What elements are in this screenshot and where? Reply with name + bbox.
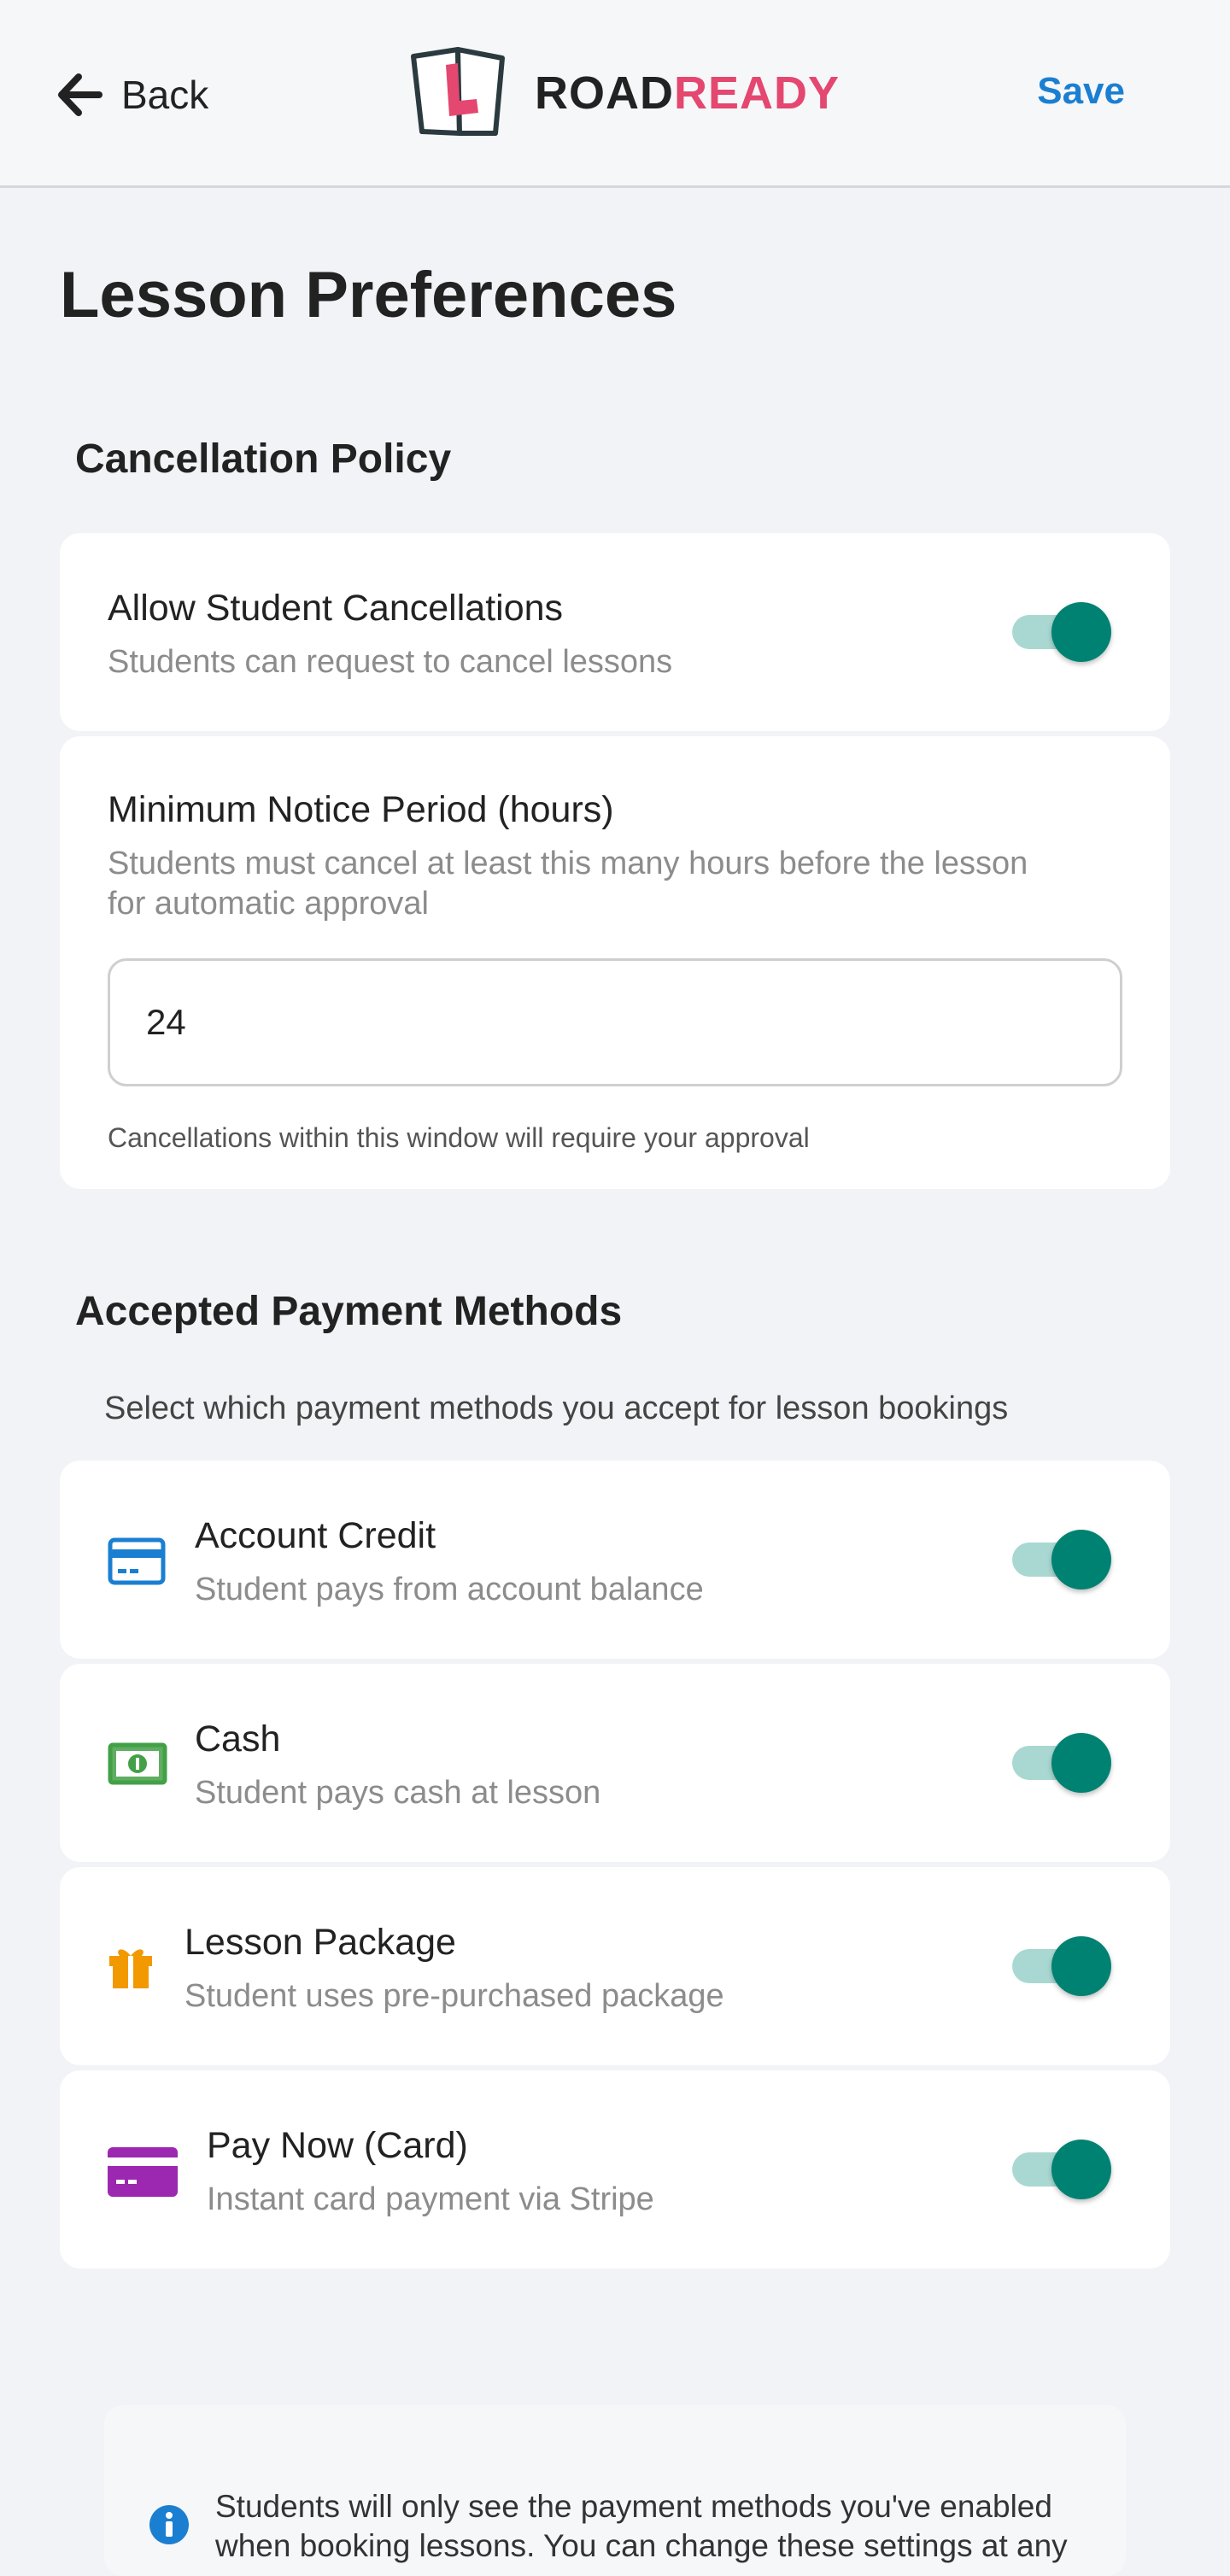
notice-period-input[interactable] xyxy=(108,958,1122,1086)
arrow-left-icon xyxy=(58,73,102,116)
payment-method-title: Cash xyxy=(195,1718,281,1759)
credit-card-icon xyxy=(108,1537,166,1585)
payment-method-subtitle: Instant card payment via Stripe xyxy=(207,2181,654,2217)
payment-section-description: Select which payment methods you accept … xyxy=(104,1390,1009,1426)
allow-cancellations-card: Allow Student Cancellations Students can… xyxy=(60,533,1170,731)
cash-icon xyxy=(108,1742,167,1785)
cancellation-section-title: Cancellation Policy xyxy=(75,436,452,482)
notice-period-description-1: Students must cancel at least this many … xyxy=(108,846,1028,881)
payment-method-title: Lesson Package xyxy=(184,1922,456,1963)
info-note: Students will only see the payment metho… xyxy=(104,2405,1126,2576)
payment-method-title: Account Credit xyxy=(195,1515,436,1556)
allow-cancellations-title: Allow Student Cancellations xyxy=(108,588,564,629)
notice-period-title: Minimum Notice Period (hours) xyxy=(108,789,614,830)
notice-period-card: Minimum Notice Period (hours) Students m… xyxy=(60,736,1170,1189)
payment-method-account-credit: Account Credit Student pays from account… xyxy=(60,1461,1170,1659)
cash-toggle[interactable] xyxy=(1012,1733,1111,1793)
gift-icon xyxy=(109,1949,152,1988)
payment-method-cash: Cash Student pays cash at lesson xyxy=(60,1664,1170,1862)
payment-method-subtitle: Student pays cash at lesson xyxy=(195,1775,601,1811)
allow-cancellations-subtitle: Students can request to cancel lessons xyxy=(108,644,673,680)
payment-method-pay-now-card: Pay Now (Card) Instant card payment via … xyxy=(60,2070,1170,2269)
payment-section-title: Accepted Payment Methods xyxy=(75,1289,623,1334)
notice-period-helper: Cancellations within this window will re… xyxy=(108,1122,810,1153)
payment-method-lesson-package: Lesson Package Student uses pre-purchase… xyxy=(60,1867,1170,2065)
info-text: Students will only see the payment metho… xyxy=(215,2489,1068,2563)
card-icon xyxy=(108,2147,178,2197)
brand-logo: ROADREADY xyxy=(407,46,840,140)
page-title: Lesson Preferences xyxy=(60,259,677,331)
brand-name: ROADREADY xyxy=(535,67,840,119)
roadready-logo-icon xyxy=(411,47,505,136)
save-button[interactable]: Save xyxy=(1037,70,1125,113)
allow-cancellations-toggle[interactable] xyxy=(1012,602,1111,662)
back-button[interactable]: Back xyxy=(58,68,208,121)
payment-method-title: Pay Now (Card) xyxy=(207,2125,468,2166)
pay-now-card-toggle[interactable] xyxy=(1012,2140,1111,2199)
lesson-package-toggle[interactable] xyxy=(1012,1936,1111,1996)
app-header: Back ROADREADY Save xyxy=(0,0,1230,188)
back-label: Back xyxy=(121,73,209,117)
payment-method-subtitle: Student pays from account balance xyxy=(195,1572,704,1607)
payment-method-subtitle: Student uses pre-purchased package xyxy=(184,1978,724,2014)
notice-period-description-2: for automatic approval xyxy=(108,886,429,922)
info-icon xyxy=(149,2505,189,2544)
account-credit-toggle[interactable] xyxy=(1012,1530,1111,1590)
